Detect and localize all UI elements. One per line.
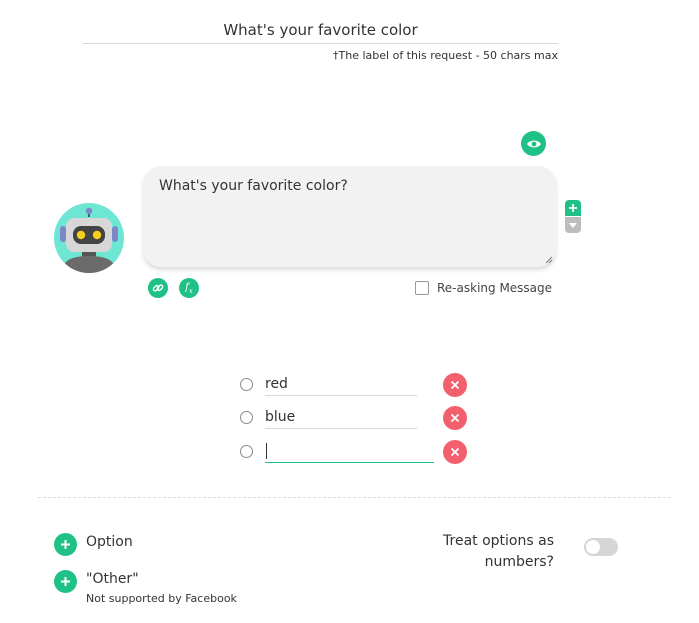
link-icon — [152, 284, 164, 292]
reasking-message-toggle[interactable]: Re-asking Message — [415, 281, 552, 295]
caret-down-icon — [569, 223, 577, 228]
eye-icon — [526, 140, 541, 147]
option-row — [240, 406, 470, 430]
option-input-active[interactable] — [265, 440, 434, 463]
preview-button[interactable] — [521, 131, 546, 156]
close-icon — [450, 413, 460, 423]
fx-icon: fx — [185, 281, 193, 295]
section-divider — [38, 497, 671, 498]
plus-icon — [61, 577, 70, 586]
delete-option-button[interactable] — [443, 440, 467, 464]
option-input[interactable] — [265, 406, 417, 429]
option-radio — [240, 411, 253, 424]
add-option-button[interactable] — [54, 533, 77, 556]
option-row — [240, 440, 470, 464]
other-support-note: Not supported by Facebook — [86, 592, 237, 605]
insert-link-button[interactable] — [148, 278, 168, 298]
request-label-hint: †The label of this request - 50 chars ma… — [333, 49, 558, 62]
insert-formula-button[interactable]: fx — [179, 278, 199, 298]
delete-option-button[interactable] — [443, 406, 467, 430]
add-other-button[interactable] — [54, 570, 77, 593]
move-message-down-button[interactable] — [565, 217, 581, 233]
reasking-label: Re-asking Message — [437, 281, 553, 295]
bot-avatar — [54, 203, 124, 273]
text-cursor — [266, 443, 267, 459]
option-input[interactable] — [265, 373, 417, 396]
add-option-label[interactable]: Option — [86, 534, 133, 550]
message-box: What's your favorite color? — [143, 166, 556, 267]
plus-icon — [61, 540, 70, 549]
option-row — [240, 373, 470, 397]
close-icon — [450, 447, 460, 457]
message-textarea[interactable]: What's your favorite color? — [143, 166, 556, 267]
robot-icon — [60, 207, 118, 273]
add-other-label[interactable]: "Other" — [86, 571, 139, 587]
option-radio — [240, 378, 253, 391]
treat-as-numbers-toggle[interactable] — [584, 538, 618, 556]
treat-as-numbers-label: Treat options as numbers? — [443, 533, 554, 570]
resize-grip-icon[interactable] — [545, 256, 553, 264]
toggle-knob — [586, 540, 600, 554]
option-radio — [240, 445, 253, 458]
plus-icon — [569, 204, 577, 212]
close-icon — [450, 380, 460, 390]
add-message-button[interactable] — [565, 200, 581, 216]
delete-option-button[interactable] — [443, 373, 467, 397]
request-label-input[interactable] — [83, 16, 558, 44]
reasking-checkbox[interactable] — [415, 281, 429, 295]
